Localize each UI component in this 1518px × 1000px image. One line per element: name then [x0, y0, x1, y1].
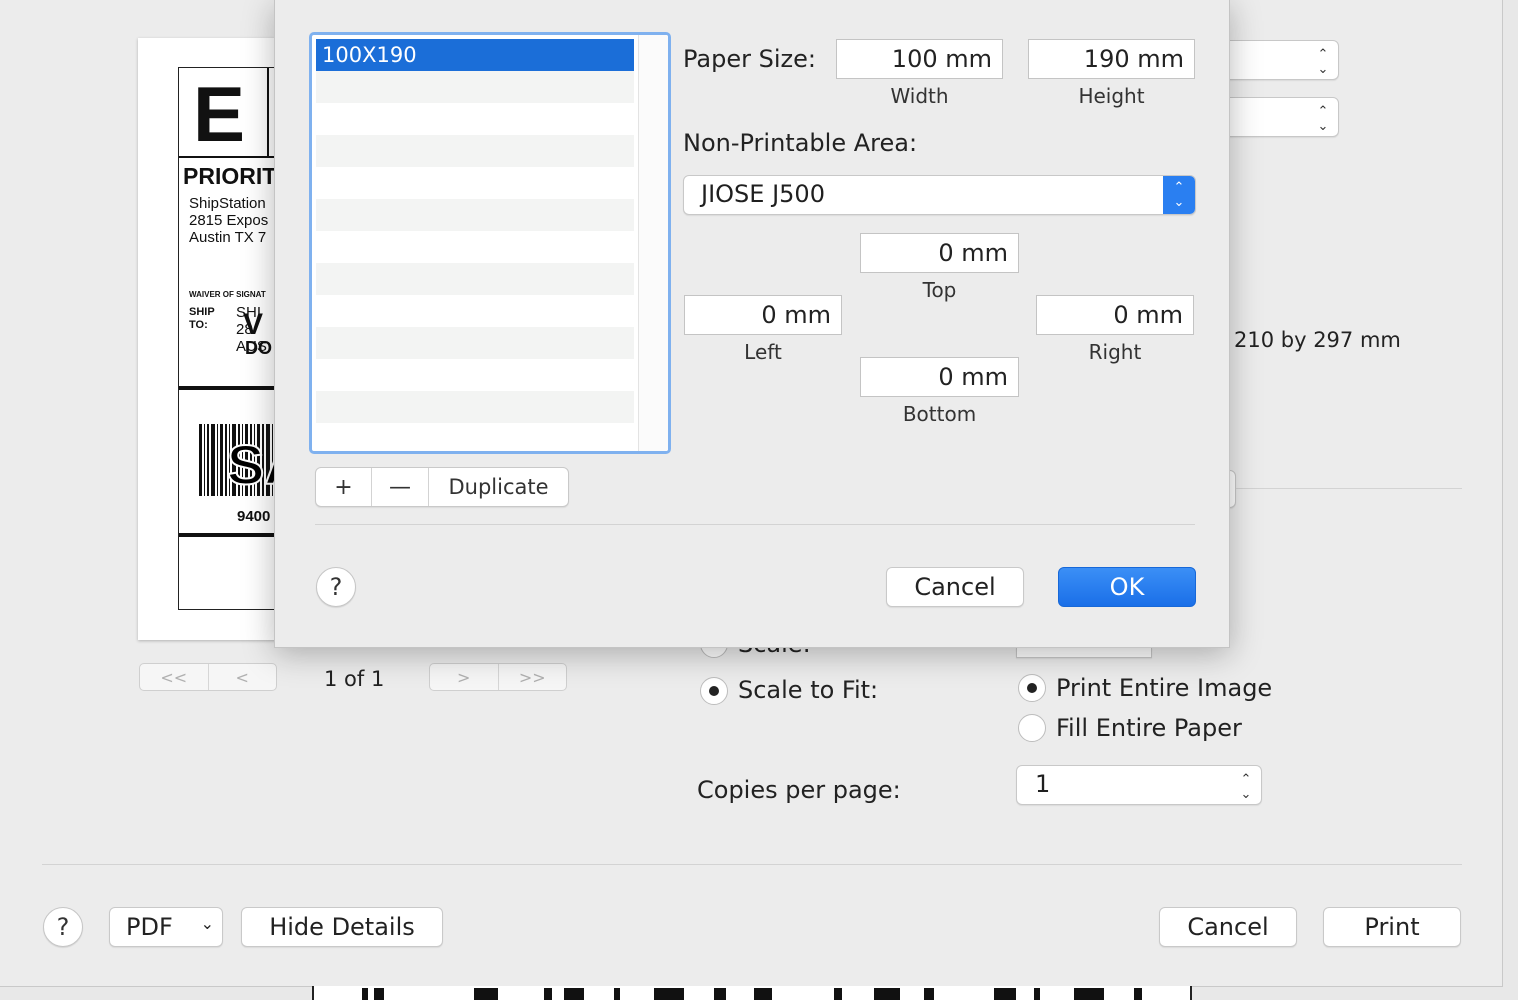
sheet-help-button[interactable]: ?: [316, 567, 356, 607]
list-item-empty: [316, 263, 634, 295]
duplicate-button[interactable]: Duplicate: [429, 468, 568, 506]
list-item-empty: [316, 423, 634, 451]
top-caption: Top: [922, 278, 957, 302]
top-margin-field[interactable]: 0 mm: [860, 233, 1019, 273]
right-margin-field[interactable]: 0 mm: [1036, 295, 1194, 335]
right-caption: Right: [1088, 340, 1142, 364]
label-from-line-3: Austin TX 7: [189, 229, 267, 246]
custom-paper-size-sheet: 100X190 + — Duplicate Paper Size: 100 mm…: [274, 0, 1230, 648]
label-divider: [179, 386, 278, 390]
first-page-button[interactable]: <<: [140, 664, 209, 690]
remove-paper-size-button[interactable]: —: [372, 468, 429, 506]
label-service-letter: E: [193, 70, 246, 158]
updown-chevron-icon: ⌃ ⌄: [1317, 104, 1329, 134]
scale-to-fit-radio[interactable]: [700, 677, 728, 705]
list-item-empty: [316, 327, 634, 359]
chevron-down-icon: ⌄: [200, 914, 214, 933]
bottom-margin-field[interactable]: 0 mm: [860, 357, 1019, 397]
label-divider: [267, 68, 269, 156]
list-item-empty: [316, 103, 634, 135]
updown-chevron-icon: ⌃ ⌄: [1163, 176, 1195, 214]
print-preview-page: E PRIORIT ShipStation 2815 Expos Austin …: [138, 38, 278, 640]
copies-per-page-label: Copies per page:: [697, 776, 901, 804]
left-margin-field[interactable]: 0 mm: [684, 295, 842, 335]
shipping-label-preview: E PRIORIT ShipStation 2815 Expos Austin …: [178, 67, 278, 610]
sheet-divider: [315, 524, 1195, 525]
paper-size-list-rows: 100X190: [316, 39, 634, 451]
non-printable-area-label: Non-Printable Area:: [683, 129, 918, 157]
sheet-cancel-button[interactable]: Cancel: [886, 567, 1024, 607]
label-overlay-do: DO: [245, 338, 272, 358]
height-field[interactable]: 190 mm: [1028, 39, 1195, 79]
fill-entire-paper-radio[interactable]: [1018, 714, 1046, 742]
radio-selected-dot: [709, 686, 719, 696]
next-page-button[interactable]: >: [430, 664, 499, 690]
paper-size-label: Paper Size:: [683, 45, 816, 73]
footer-divider: [42, 864, 1462, 865]
list-item-empty: [316, 199, 634, 231]
updown-chevron-icon: ⌃ ⌄: [1317, 47, 1329, 77]
label-ship-to-1: SHIP: [189, 306, 215, 318]
help-button[interactable]: ?: [43, 907, 83, 947]
label-divider: [179, 156, 278, 158]
copies-per-page-value: 1: [1035, 770, 1051, 798]
print-entire-image-radio[interactable]: [1018, 674, 1046, 702]
label-overlay-v: V: [243, 308, 264, 341]
list-item-empty: [316, 295, 634, 327]
page-nav-left: << <: [139, 663, 277, 691]
print-entire-image-label: Print Entire Image: [1056, 674, 1273, 702]
label-waiver: WAIVER OF SIGNAT: [189, 290, 266, 299]
label-service-name: PRIORIT: [183, 163, 277, 189]
print-button[interactable]: Print: [1323, 907, 1461, 947]
width-caption: Width: [890, 84, 949, 108]
list-scrollbar[interactable]: [638, 35, 668, 451]
copies-per-page-popup[interactable]: 1 ⌃ ⌄: [1016, 765, 1262, 805]
list-item-empty: [316, 135, 634, 167]
pdf-menu-button[interactable]: PDF ⌄: [109, 907, 223, 947]
bottom-caption: Bottom: [902, 402, 977, 426]
paper-size-list[interactable]: 100X190: [309, 32, 671, 454]
paper-dimensions-text: 210 by 297 mm: [1234, 328, 1401, 352]
page-nav-right: > >>: [429, 663, 567, 691]
previous-page-button[interactable]: <: [209, 664, 277, 690]
list-edit-controls: + — Duplicate: [315, 467, 569, 507]
fill-entire-paper-label: Fill Entire Paper: [1056, 714, 1242, 742]
updown-chevron-icon: ⌃ ⌄: [1240, 772, 1252, 802]
sheet-ok-button[interactable]: OK: [1058, 567, 1196, 607]
list-item-empty: [316, 359, 634, 391]
scale-to-fit-label: Scale to Fit:: [738, 676, 879, 704]
height-caption: Height: [1078, 84, 1145, 108]
pdf-label: PDF: [126, 913, 173, 941]
left-caption: Left: [744, 340, 782, 364]
width-field[interactable]: 100 mm: [836, 39, 1003, 79]
non-printable-printer-popup[interactable]: JIOSE J500 ⌃ ⌄: [683, 175, 1196, 215]
label-from-line-1: ShipStation: [189, 195, 266, 212]
last-page-button[interactable]: >>: [499, 664, 567, 690]
section-divider: [1236, 488, 1462, 489]
cancel-print-button[interactable]: Cancel: [1159, 907, 1297, 947]
label-from-line-2: 2815 Expos: [189, 212, 269, 229]
label-barcode-overlay: SA: [226, 432, 278, 497]
label-divider: [179, 533, 278, 537]
hide-details-button[interactable]: Hide Details: [241, 907, 443, 947]
radio-selected-dot: [1027, 683, 1037, 693]
list-item-empty: [316, 71, 634, 103]
add-paper-size-button[interactable]: +: [316, 468, 372, 506]
label-ship-to-2: TO:: [189, 319, 208, 331]
list-item-empty: [316, 167, 634, 199]
list-item-empty: [316, 231, 634, 263]
list-item-empty: [316, 391, 634, 423]
background-document-strip: [312, 986, 1192, 1000]
label-tracking-number: 9400: [237, 508, 271, 525]
printer-value: JIOSE J500: [701, 180, 825, 208]
page-indicator: 1 of 1: [324, 667, 385, 691]
paper-size-item-selected[interactable]: 100X190: [316, 39, 634, 71]
